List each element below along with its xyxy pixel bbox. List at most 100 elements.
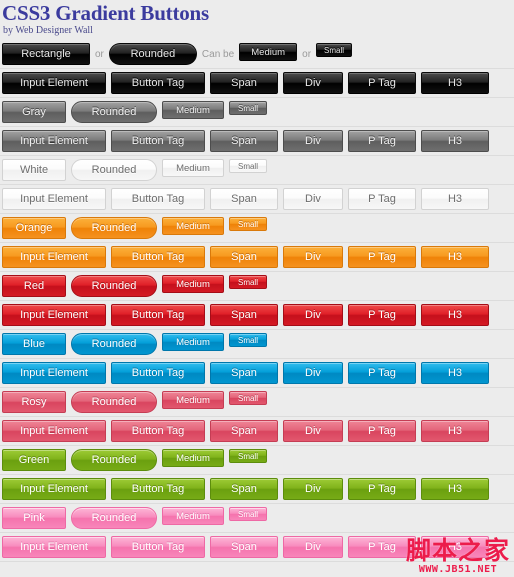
button-rosy-div[interactable]: Div	[283, 420, 343, 442]
button-rectangle[interactable]: Rectangle	[2, 43, 90, 65]
button-pink-div[interactable]: Div	[283, 536, 343, 558]
button-orange-button[interactable]: Button Tag	[111, 246, 205, 268]
button-red-ptag[interactable]: P Tag	[348, 304, 416, 326]
button-black-div[interactable]: Div	[283, 72, 343, 94]
button-blue-small[interactable]: Small	[229, 333, 267, 347]
button-blue-button[interactable]: Button Tag	[111, 362, 205, 384]
button-pink-medium[interactable]: Medium	[162, 507, 224, 525]
button-small[interactable]: Small	[316, 43, 353, 57]
button-green-small[interactable]: Small	[229, 449, 267, 463]
button-white-ptag[interactable]: P Tag	[348, 188, 416, 210]
button-white-h3[interactable]: H3	[421, 188, 489, 210]
button-green-rounded[interactable]: Rounded	[71, 449, 157, 471]
button-green-button[interactable]: Button Tag	[111, 478, 205, 500]
button-blue-name[interactable]: Blue	[2, 333, 66, 355]
variant-row-white: White Rounded Medium Small	[0, 156, 514, 184]
button-rosy-button[interactable]: Button Tag	[111, 420, 205, 442]
button-white-div[interactable]: Div	[283, 188, 343, 210]
button-orange-span[interactable]: Span	[210, 246, 278, 268]
button-blue-rounded[interactable]: Rounded	[71, 333, 157, 355]
button-rosy-h3[interactable]: H3	[421, 420, 489, 442]
button-gray-h3[interactable]: H3	[421, 130, 489, 152]
button-blue-h3[interactable]: H3	[421, 362, 489, 384]
button-rosy-input[interactable]: Input Element	[2, 420, 106, 442]
button-white-small[interactable]: Small	[229, 159, 267, 173]
button-medium[interactable]: Medium	[239, 43, 298, 61]
button-orange-name[interactable]: Orange	[2, 217, 66, 239]
variant-row-orange: Orange Rounded Medium Small	[0, 214, 514, 242]
button-rosy-rounded[interactable]: Rounded	[71, 391, 157, 413]
button-green-medium[interactable]: Medium	[162, 449, 224, 467]
button-black-span[interactable]: Span	[210, 72, 278, 94]
variant-row-rosy: Rosy Rounded Medium Small	[0, 388, 514, 416]
button-gray-div[interactable]: Div	[283, 130, 343, 152]
button-gray-ptag[interactable]: P Tag	[348, 130, 416, 152]
button-rosy-span[interactable]: Span	[210, 420, 278, 442]
button-gray-name[interactable]: Gray	[2, 101, 66, 123]
button-rosy-medium[interactable]: Medium	[162, 391, 224, 409]
element-row-orange: Input Element Button Tag Span Div P Tag H3	[0, 243, 514, 271]
button-white-rounded[interactable]: Rounded	[71, 159, 157, 181]
button-pink-ptag[interactable]: P Tag	[348, 536, 416, 558]
button-gray-input[interactable]: Input Element	[2, 130, 106, 152]
button-green-input[interactable]: Input Element	[2, 478, 106, 500]
button-gray-medium[interactable]: Medium	[162, 101, 224, 119]
button-gray-button[interactable]: Button Tag	[111, 130, 205, 152]
button-pink-input[interactable]: Input Element	[2, 536, 106, 558]
button-white-span[interactable]: Span	[210, 188, 278, 210]
button-pink-button[interactable]: Button Tag	[111, 536, 205, 558]
button-blue-div[interactable]: Div	[283, 362, 343, 384]
button-green-span[interactable]: Span	[210, 478, 278, 500]
button-gray-small[interactable]: Small	[229, 101, 267, 115]
element-row-green: Input Element Button Tag Span Div P Tag H3	[0, 475, 514, 503]
button-rosy-small[interactable]: Small	[229, 391, 267, 405]
button-red-h3[interactable]: H3	[421, 304, 489, 326]
button-red-button[interactable]: Button Tag	[111, 304, 205, 326]
button-blue-ptag[interactable]: P Tag	[348, 362, 416, 384]
button-green-name[interactable]: Green	[2, 449, 66, 471]
button-black-ptag[interactable]: P Tag	[348, 72, 416, 94]
button-red-input[interactable]: Input Element	[2, 304, 106, 326]
intro-separator-or-1: or	[95, 48, 104, 60]
button-orange-ptag[interactable]: P Tag	[348, 246, 416, 268]
button-orange-input[interactable]: Input Element	[2, 246, 106, 268]
button-red-div[interactable]: Div	[283, 304, 343, 326]
button-pink-rounded[interactable]: Rounded	[71, 507, 157, 529]
button-orange-medium[interactable]: Medium	[162, 217, 224, 235]
button-red-name[interactable]: Red	[2, 275, 66, 297]
button-pink-name[interactable]: Pink	[2, 507, 66, 529]
button-pink-small[interactable]: Small	[229, 507, 267, 521]
button-blue-input[interactable]: Input Element	[2, 362, 106, 384]
button-blue-medium[interactable]: Medium	[162, 333, 224, 351]
divider	[0, 561, 514, 562]
button-gray-rounded[interactable]: Rounded	[71, 101, 157, 123]
button-green-ptag[interactable]: P Tag	[348, 478, 416, 500]
button-rosy-ptag[interactable]: P Tag	[348, 420, 416, 442]
button-black-input[interactable]: Input Element	[2, 72, 106, 94]
button-red-span[interactable]: Span	[210, 304, 278, 326]
variant-row-blue: Blue Rounded Medium Small	[0, 330, 514, 358]
button-orange-div[interactable]: Div	[283, 246, 343, 268]
button-red-rounded[interactable]: Rounded	[71, 275, 157, 297]
button-white-medium[interactable]: Medium	[162, 159, 224, 177]
page-title: CSS3 Gradient Buttons	[2, 1, 210, 25]
button-white-name[interactable]: White	[2, 159, 66, 181]
button-green-div[interactable]: Div	[283, 478, 343, 500]
button-black-button[interactable]: Button Tag	[111, 72, 205, 94]
button-red-small[interactable]: Small	[229, 275, 267, 289]
button-orange-small[interactable]: Small	[229, 217, 267, 231]
button-pink-h3[interactable]: H3	[421, 536, 489, 558]
button-rounded[interactable]: Rounded	[108, 43, 197, 65]
button-orange-h3[interactable]: H3	[421, 246, 489, 268]
button-white-button[interactable]: Button Tag	[111, 188, 205, 210]
button-gray-span[interactable]: Span	[210, 130, 278, 152]
button-pink-span[interactable]: Span	[210, 536, 278, 558]
button-green-h3[interactable]: H3	[421, 478, 489, 500]
button-blue-span[interactable]: Span	[210, 362, 278, 384]
button-red-medium[interactable]: Medium	[162, 275, 224, 293]
button-orange-rounded[interactable]: Rounded	[71, 217, 157, 239]
theme-band-pink: Input Element Button Tag Span Div P Tag H3	[0, 533, 514, 562]
button-rosy-name[interactable]: Rosy	[2, 391, 66, 413]
button-white-input[interactable]: Input Element	[2, 188, 106, 210]
button-black-h3[interactable]: H3	[421, 72, 489, 94]
